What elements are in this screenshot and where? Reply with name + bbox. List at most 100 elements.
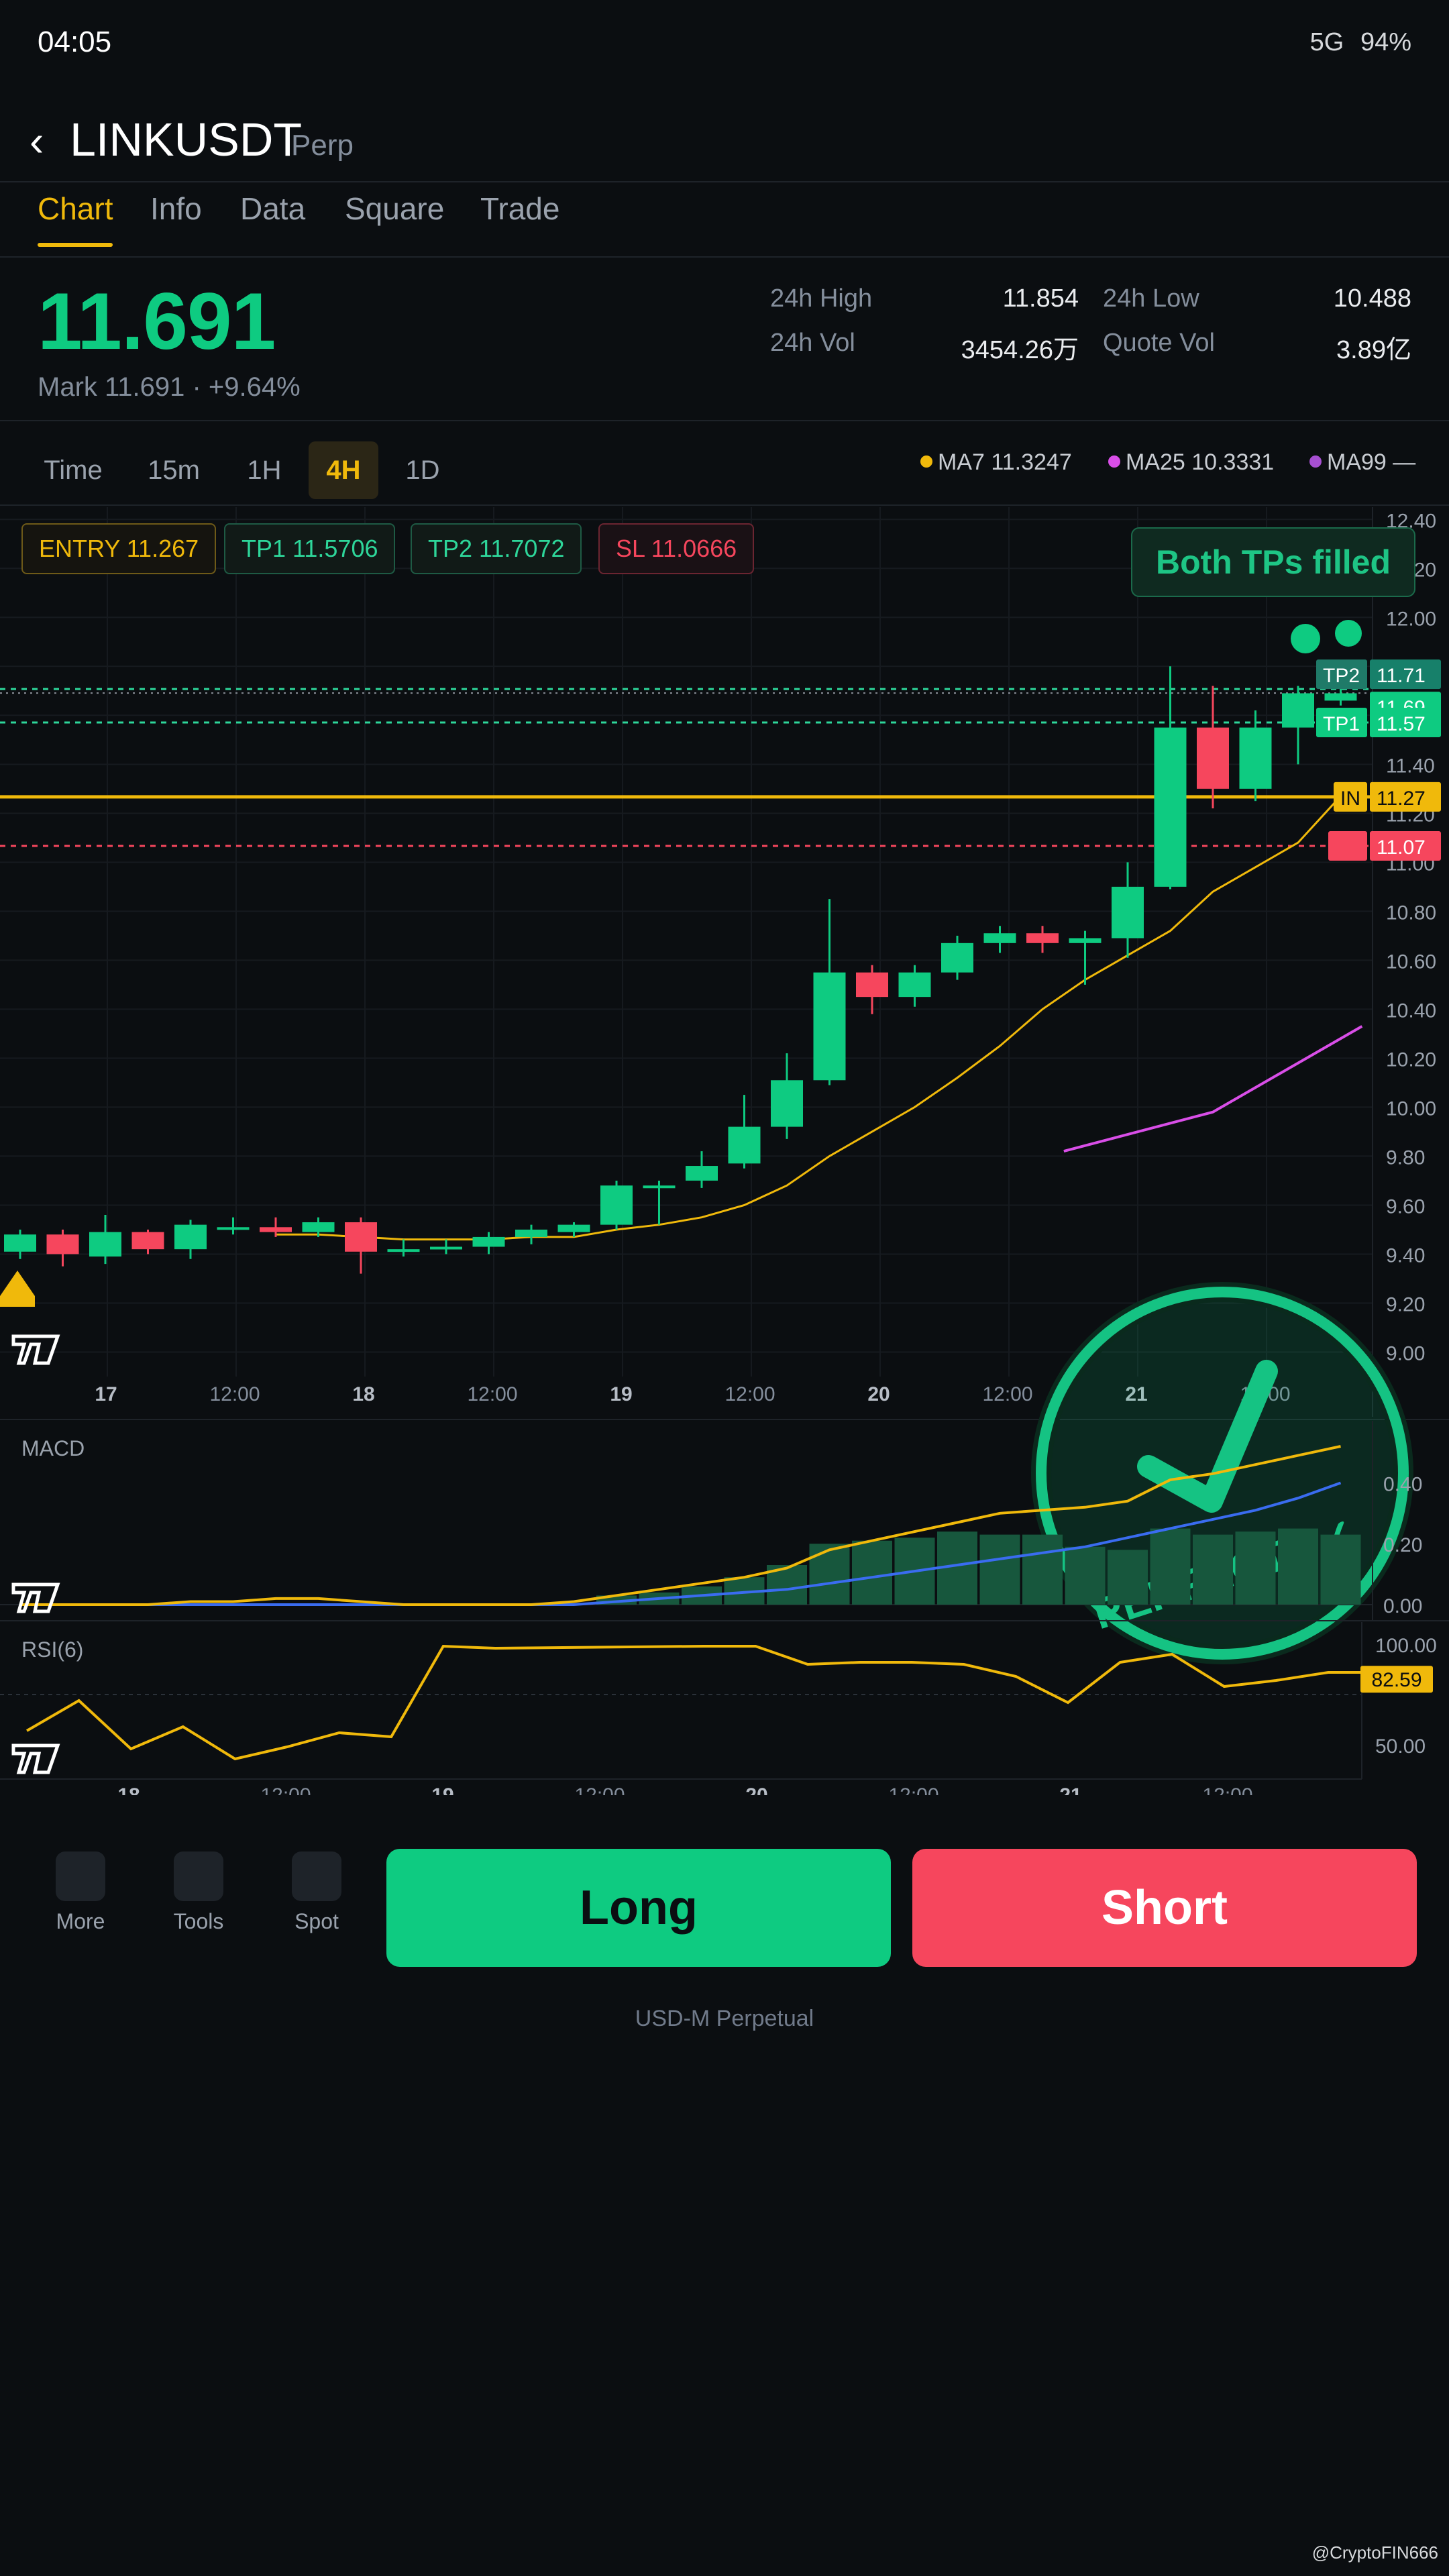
- tp1-level-chip[interactable]: TP1 11.5706: [224, 523, 396, 574]
- top-tabs: Chart Info Data Square Trade: [0, 182, 1449, 256]
- tab-info[interactable]: Info: [150, 191, 202, 227]
- candle-body: [260, 1227, 292, 1232]
- candle-body: [898, 972, 931, 998]
- rsi-time-tick: 12:00: [574, 1784, 625, 1795]
- candle-body: [941, 943, 973, 973]
- timeframe-1h[interactable]: 1H: [225, 441, 303, 499]
- tab-data[interactable]: Data: [240, 191, 305, 227]
- header: ‹ LINKUSDT Perp: [0, 94, 1449, 181]
- spot-button[interactable]: Spot: [258, 1851, 376, 1952]
- entry-marker-icon: [0, 1271, 35, 1307]
- candle-body: [515, 1229, 547, 1237]
- candle-body: [345, 1222, 377, 1252]
- status-bar: 04:05 5G 94%: [0, 0, 1449, 87]
- low-value: 10.488: [1333, 284, 1411, 313]
- long-button[interactable]: Long: [386, 1849, 891, 1967]
- tp2-value-tag: 11.71: [1377, 665, 1426, 687]
- macd-bar: [1108, 1550, 1148, 1605]
- low-label: 24h Low: [1103, 284, 1199, 313]
- macd-label: MACD: [21, 1436, 85, 1460]
- ma7-value: MA7 11.3247: [938, 449, 1072, 475]
- candle-body: [174, 1224, 207, 1250]
- price-tick: 12.00: [1386, 608, 1436, 630]
- candle-body: [1197, 727, 1229, 789]
- time-tick: 18: [352, 1383, 374, 1405]
- symbol-title[interactable]: LINKUSDT: [70, 113, 302, 166]
- price-tick: 9.40: [1386, 1244, 1425, 1267]
- rsi-label: RSI(6): [21, 1638, 83, 1662]
- tp2-level-chip[interactable]: TP2 11.7072: [411, 523, 582, 574]
- candle-body: [1324, 693, 1357, 701]
- rsi-last-tag: 82.59: [1371, 1669, 1421, 1691]
- price-tick: 10.20: [1386, 1049, 1436, 1071]
- candle-body: [46, 1234, 79, 1254]
- candle-body: [686, 1166, 718, 1181]
- timeframe-15m[interactable]: 15m: [131, 441, 216, 499]
- timeframe-4h[interactable]: 4H: [309, 441, 378, 499]
- macd-tick: 0.40: [1383, 1473, 1422, 1495]
- short-button[interactable]: Short: [912, 1849, 1417, 1967]
- watermark: @CryptoFIN666: [1311, 2542, 1438, 2563]
- macd-bar: [979, 1534, 1020, 1605]
- price-chart[interactable]: 12.4012.2012.0011.8011.6011.4011.2011.00…: [0, 507, 1449, 1795]
- time-tick: 12:00: [982, 1383, 1032, 1405]
- mark-price-change: Mark 11.691 · +9.64%: [38, 372, 301, 402]
- sl-level-chip[interactable]: SL 11.0666: [598, 523, 755, 574]
- back-icon[interactable]: ‹: [30, 114, 70, 168]
- tab-chart[interactable]: Chart: [38, 191, 113, 227]
- chart-grid: [0, 507, 1373, 1417]
- tp1-value-tag: 11.57: [1377, 713, 1426, 735]
- macd-tick: 0.20: [1383, 1534, 1422, 1556]
- candle-body: [771, 1080, 803, 1127]
- tab-trade[interactable]: Trade: [480, 191, 559, 227]
- last-price: 11.691: [38, 276, 276, 366]
- rsi-line: [25, 1644, 1381, 1761]
- price-tick: 11.40: [1386, 755, 1435, 777]
- action-bar: More Tools Spot Long Short: [0, 1838, 1449, 1972]
- ma7-indicator: MA7 11.3247: [920, 449, 1072, 476]
- price-tick: 9.20: [1386, 1293, 1425, 1316]
- ma25-line: [1063, 1025, 1363, 1153]
- price-tick: 10.60: [1386, 951, 1436, 973]
- ma25-value: MA25 10.3331: [1126, 449, 1275, 475]
- time-tick: 19: [610, 1383, 632, 1405]
- sl-tag-bg: [1328, 831, 1367, 861]
- candle-body: [728, 1126, 761, 1164]
- timeframe-1d[interactable]: 1D: [389, 441, 456, 499]
- network-indicator: 5G: [1309, 28, 1344, 56]
- timeframe-time[interactable]: Time: [31, 441, 115, 499]
- macd-bar: [852, 1540, 892, 1605]
- price-tick: 9.80: [1386, 1146, 1425, 1169]
- vol-value: 3454.26万: [961, 336, 1079, 364]
- ma99-value: MA99 —: [1327, 449, 1416, 475]
- candle-body: [1026, 933, 1059, 943]
- tab-square[interactable]: Square: [345, 191, 444, 227]
- price-tick: 9.00: [1386, 1342, 1425, 1364]
- entry-tag: IN: [1340, 788, 1360, 810]
- more-button[interactable]: More: [21, 1851, 140, 1952]
- rsi-time-tick: 21: [1059, 1784, 1081, 1795]
- candle-body: [856, 972, 888, 998]
- candle-body: [217, 1227, 250, 1230]
- macd-bar: [1022, 1534, 1063, 1605]
- spot-icon: [292, 1851, 341, 1901]
- tools-label: Tools: [173, 1909, 224, 1933]
- macd-bar: [1193, 1534, 1233, 1605]
- ma7-dot: [920, 455, 932, 468]
- tp-filled-dot: [1291, 624, 1320, 653]
- more-label: More: [56, 1909, 105, 1933]
- candle-body: [983, 933, 1016, 943]
- rsi-time-tick: 20: [745, 1784, 767, 1795]
- entry-level-chip[interactable]: ENTRY 11.267: [21, 523, 217, 574]
- candle-body: [813, 972, 846, 1081]
- price-tick: 10.00: [1386, 1097, 1436, 1120]
- ma99-indicator: MA99 —: [1309, 449, 1415, 476]
- tp-filled-dot: [1335, 620, 1362, 647]
- high-label: 24h High: [770, 284, 873, 313]
- tab-active-indicator: [38, 243, 113, 247]
- macd-bar: [809, 1544, 850, 1605]
- rsi-time-tick: 18: [117, 1784, 140, 1795]
- tools-icon: [174, 1851, 223, 1901]
- macd-bar: [1065, 1546, 1106, 1605]
- tools-button[interactable]: Tools: [140, 1851, 258, 1952]
